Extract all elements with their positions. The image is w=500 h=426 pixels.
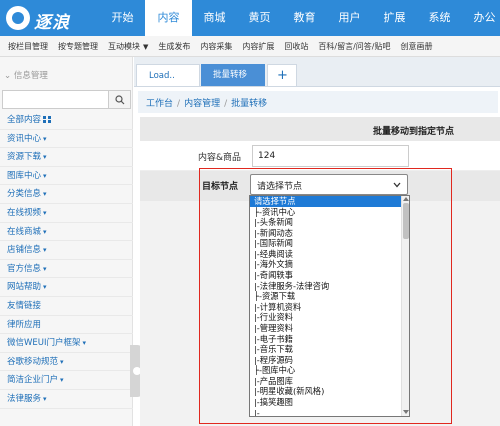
sidebar: ⌄ 信息管理 全部内容 资讯中心 ▾ 资源下载 ▾ 图库中心 ▾ 分类信息 ▾ 在线视频… [0,57,133,426]
logo-text: 逐浪 [34,13,70,33]
breadcrumb-separator: / [177,99,181,109]
form-row-content: 内容&商品 124 [140,141,500,171]
chevron-down-icon: ▾ [43,283,47,292]
sidebar-item-gallery[interactable]: 图库中心 ▾ [0,167,133,186]
sidebar-item-google-mobile[interactable]: 谷歌移动规范 ▾ [0,353,133,372]
sidebar-item-label: 律所应用 [7,319,42,330]
nav-item-start[interactable]: 开始 [100,0,145,36]
sidebar-item-label: 资源下载 [7,152,42,163]
chevron-down-icon: ▾ [43,246,47,255]
sidebar-item-mall[interactable]: 在线商城 ▾ [0,223,133,242]
chevron-down-icon: ▾ [43,264,47,273]
form-header: 批量移动到指定节点 [140,117,500,141]
nav-item-extend[interactable]: 扩展 [372,0,417,36]
toolbar-by-topic[interactable]: 按专题管理 [58,41,98,52]
sidebar-item-label: 资讯中心 [7,133,42,144]
logo[interactable]: 逐浪 [0,0,100,36]
nav-item-content[interactable]: 内容 [145,0,192,36]
chevron-down-icon: ▾ [43,227,47,236]
chevron-down-icon: ▾ [60,357,64,366]
chevron-down-icon: ▾ [60,376,64,385]
sidebar-item-all-content[interactable]: 全部内容 [0,111,133,130]
sidebar-item-label: 网站帮助 [7,282,42,293]
breadcrumb-content-mgmt[interactable]: 内容管理 [184,99,220,109]
sidebar-list: 全部内容 资讯中心 ▾ 资源下载 ▾ 图库中心 ▾ 分类信息 ▾ 在线视频 ▾ 在线商城 ▾… [0,111,133,409]
breadcrumb-separator: / [224,99,228,109]
breadcrumb: 工作台 / 内容管理 / 批量转移 [138,91,498,113]
toolbar-wiki-qa[interactable]: 百科/留言/问答/贴吧 [318,41,390,52]
logo-mark-icon [6,6,30,30]
toolbar-by-column[interactable]: 按栏目管理 [8,41,48,52]
toolbar-content-collect[interactable]: 内容采集 [200,41,232,52]
toolbar-interactive-dropdown[interactable]: 互动模块 ▼ [108,41,148,52]
breadcrumb-current: 批量转移 [231,99,268,109]
grid-icon [43,116,52,123]
main-nav: 开始 内容 商城 黄页 教育 用户 扩展 系统 办公 [100,0,500,36]
sidebar-item-label: 法律服务 [7,393,42,404]
sidebar-item-classified[interactable]: 分类信息 ▾ [0,185,133,204]
content-ids-input[interactable]: 124 [252,145,409,167]
sidebar-item-label: 官方信息 [7,263,42,274]
caret-down-icon: ▼ [143,42,149,51]
breadcrumb-workbench[interactable]: 工作台 [146,99,173,109]
sidebar-item-news[interactable]: 资讯中心 ▾ [0,130,133,149]
nav-item-system[interactable]: 系统 [417,0,462,36]
chevron-down-icon: ▾ [43,394,47,403]
sidebar-search-button[interactable] [108,91,130,108]
nav-item-users[interactable]: 用户 [327,0,372,36]
sidebar-item-label: 微信WEUI门户框架 [7,338,81,349]
sidebar-item-enterprise[interactable]: 简洁企业门户 ▾ [0,371,133,390]
sidebar-title[interactable]: ⌄ 信息管理 [4,69,48,81]
chevron-down-icon: ▾ [43,208,47,217]
top-navbar: 逐浪 开始 内容 商城 黄页 教育 用户 扩展 系统 办公 [0,0,500,36]
sidebar-item-label: 友情链接 [7,300,42,311]
sidebar-item-label: 全部内容 [7,115,42,125]
sidebar-item-legal[interactable]: 法律服务 ▾ [0,390,133,409]
sidebar-item-law-firm[interactable]: 律所应用 [0,316,133,335]
sidebar-item-label: 谷歌移动规范 [7,356,59,367]
chevron-down-icon: ▾ [82,339,87,348]
tab-batch-transfer[interactable]: 批量转移 [201,64,265,86]
toolbar-album[interactable]: 创意画册 [400,41,432,52]
sidebar-item-official[interactable]: 官方信息 ▾ [0,260,133,279]
sub-toolbar: 按栏目管理 按专题管理 互动模块 ▼ 生成发布 内容采集 内容扩展 回收站 百科/… [0,36,500,57]
highlight-annotation-box [199,168,452,424]
sidebar-item-downloads[interactable]: 资源下载 ▾ [0,148,133,167]
sidebar-item-help[interactable]: 网站帮助 ▾ [0,278,133,297]
chevron-down-icon: ▾ [43,153,47,162]
nav-item-yellowpages[interactable]: 黄页 [237,0,282,36]
nav-item-office[interactable]: 办公 [462,0,500,36]
toolbar-content-extend[interactable]: 内容扩展 [242,41,274,52]
sidebar-item-stores[interactable]: 店铺信息 ▾ [0,241,133,260]
sidebar-item-label: 图库中心 [7,170,42,181]
sidebar-search-input[interactable] [2,90,131,109]
form-header-title: 批量移动到指定节点 [372,127,454,137]
add-tab-button[interactable]: + [267,64,297,86]
chevron-down-icon: ▾ [43,134,47,143]
toolbar-interactive-label: 互动模块 [108,41,140,51]
sidebar-title-label: 信息管理 [13,71,48,81]
chevron-down-icon: ⌄ [4,71,12,81]
sidebar-item-label: 分类信息 [7,189,42,200]
sidebar-item-label: 简洁企业门户 [7,375,59,386]
sidebar-item-video[interactable]: 在线视频 ▾ [0,204,133,223]
sidebar-item-weui[interactable]: 微信WEUI门户框架 ▾ [0,334,133,353]
toolbar-recycle-bin[interactable]: 回收站 [284,41,308,52]
nav-item-shop[interactable]: 商城 [192,0,237,36]
sidebar-item-label: 店铺信息 [7,245,42,256]
toolbar-generate-publish[interactable]: 生成发布 [158,41,190,52]
tab-load[interactable]: Load.. [136,64,200,86]
search-icon [115,95,125,105]
sidebar-item-links[interactable]: 友情链接 [0,297,133,316]
chevron-down-icon: ▾ [43,190,47,199]
chevron-down-icon: ▾ [43,171,47,180]
sidebar-item-label: 在线视频 [7,207,42,218]
content-label: 内容&商品 [197,153,241,163]
tab-bar: Load.. 批量转移 + [134,57,500,87]
nav-item-education[interactable]: 教育 [282,0,327,36]
sidebar-item-label: 在线商城 [7,226,42,237]
